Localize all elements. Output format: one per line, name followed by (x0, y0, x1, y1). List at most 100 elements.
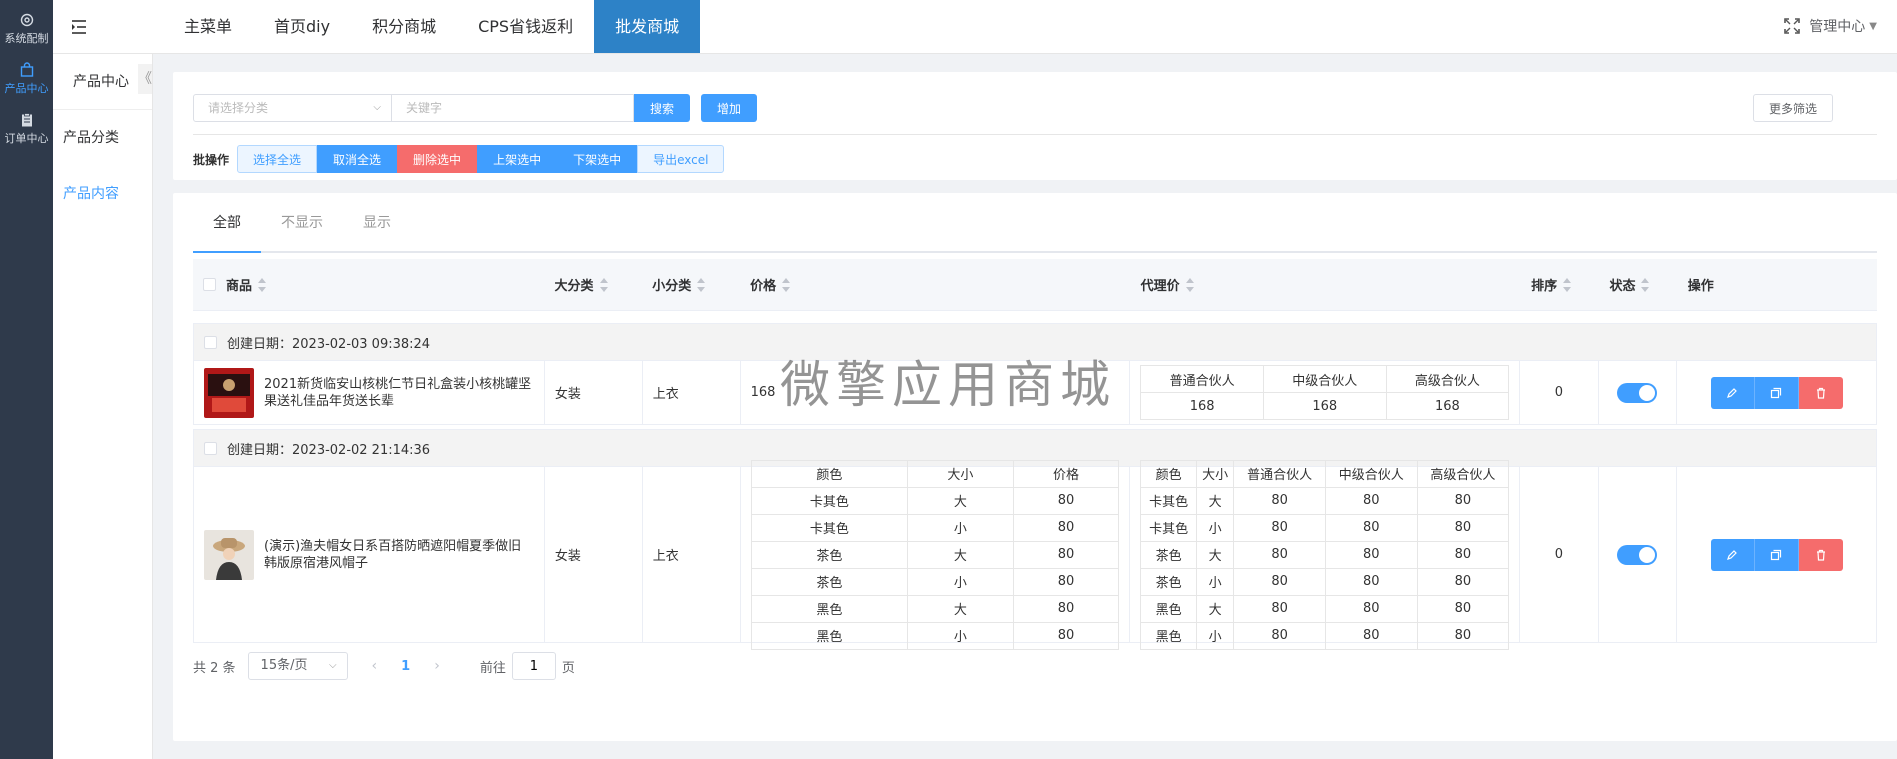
search-button[interactable]: 搜索 (634, 94, 690, 122)
price-header: 大小 (907, 459, 1014, 488)
sort-icon[interactable] (599, 277, 608, 292)
product-name[interactable]: (演示)渔夫帽女日系百搭防晒遮阳帽夏季做旧韩版原宿港风帽子 (264, 538, 534, 572)
collapse-icon[interactable]: 《 (138, 64, 152, 94)
tab-all[interactable]: 全部 (193, 193, 261, 253)
small-category-cell: 上衣 (643, 361, 741, 424)
menu-toggle-icon[interactable] (69, 17, 89, 37)
agent-value: 80 (1324, 486, 1418, 515)
delete-selected-button[interactable]: 删除选中 (397, 145, 478, 173)
header-big-category[interactable]: 大分类 (544, 275, 642, 294)
price-header: 价格 (1012, 459, 1120, 488)
price-value: 茶色 (750, 567, 909, 596)
edit-button[interactable] (1710, 538, 1755, 571)
agent-value: 168 (1385, 392, 1510, 420)
row-checkbox[interactable] (204, 335, 217, 349)
sort-icon[interactable] (1185, 277, 1194, 292)
bag-icon (20, 62, 33, 77)
nav-product-center[interactable]: 产品中心 (0, 58, 53, 100)
total-count: 共 2 条 (193, 660, 236, 676)
sort-icon[interactable] (258, 277, 267, 292)
agent-value: 小 (1195, 567, 1235, 596)
category-select[interactable]: 请选择分类 ⌵ (193, 94, 392, 122)
nav-system-config[interactable]: 系统配制 (0, 8, 53, 50)
copy-button[interactable] (1754, 538, 1799, 571)
header-state[interactable]: 状态 (1599, 275, 1677, 294)
top-nav: 主菜单 首页diy 积分商城 CPS省钱返利 批发商城 (163, 0, 701, 53)
price-value: 小 (907, 621, 1014, 650)
more-filter-button[interactable]: 更多筛选 (1753, 94, 1833, 122)
agent-header: 中级合伙人 (1262, 365, 1387, 393)
tab-hidden[interactable]: 不显示 (261, 193, 343, 253)
add-button[interactable]: 增加 (701, 94, 757, 122)
keyword-input[interactable] (392, 94, 634, 122)
top-tab-main-menu[interactable]: 主菜单 (163, 0, 253, 53)
agent-value: 80 (1324, 621, 1418, 650)
sort-icon[interactable] (1641, 277, 1650, 292)
header-label: 排序 (1531, 279, 1558, 294)
table-row: (演示)渔夫帽女日系百搭防晒遮阳帽夏季做旧韩版原宿港风帽子 女装 上衣 颜色 大… (193, 459, 1877, 650)
edit-button[interactable] (1710, 376, 1755, 409)
header-price[interactable]: 价格 (740, 275, 1131, 294)
agent-value: 80 (1233, 621, 1326, 650)
top-tab-cps[interactable]: CPS省钱返利 (457, 0, 594, 53)
sub-item-content[interactable]: 产品内容 (53, 166, 152, 222)
top-tab-home-diy[interactable]: 首页diy (253, 0, 351, 53)
sort-icon[interactable] (697, 277, 706, 292)
agent-value: 茶色 (1140, 540, 1197, 569)
header-label: 商品 (226, 279, 253, 294)
chevron-down-icon: ⌵ (328, 660, 337, 671)
header-label: 大分类 (554, 279, 594, 294)
delete-button[interactable] (1798, 538, 1843, 571)
agent-value: 80 (1324, 594, 1418, 623)
copy-button[interactable] (1754, 376, 1799, 409)
page-size-select[interactable]: 15条/页 ⌵ (247, 652, 348, 680)
prev-page-button[interactable]: ‹ (372, 658, 378, 674)
header-op: 操作 (1678, 275, 1877, 294)
header-sort[interactable]: 排序 (1521, 275, 1599, 294)
deselect-all-button[interactable]: 取消全选 (317, 145, 398, 173)
sub-sidebar-title: 产品中心 《 (53, 54, 152, 110)
row-checkbox[interactable] (204, 441, 217, 455)
fullscreen-icon[interactable] (1783, 17, 1801, 35)
sort-icon[interactable] (782, 277, 791, 292)
agent-value: 80 (1416, 540, 1510, 569)
sort-cell: 0 (1520, 361, 1599, 424)
price-table: 颜色 大小 价格 卡其色大 80 卡其色小 80 茶色大 80 茶色小 80 黑色大 80… (750, 459, 1120, 650)
status-toggle[interactable] (1617, 382, 1658, 403)
export-excel-button[interactable]: 导出excel (637, 145, 725, 173)
header-product[interactable]: 商品 (193, 275, 544, 294)
next-page-button[interactable]: › (434, 658, 440, 674)
status-toggle[interactable] (1617, 544, 1658, 565)
product-thumbnail[interactable] (204, 529, 254, 580)
select-all-button[interactable]: 选择全选 (237, 145, 318, 173)
tab-shown[interactable]: 显示 (343, 193, 411, 253)
sub-sidebar-title-text: 产品中心 (73, 74, 129, 90)
nav-order-center[interactable]: 订单中心 (0, 108, 53, 150)
publish-selected-button[interactable]: 上架选中 (477, 145, 558, 173)
page-number[interactable]: 1 (401, 659, 410, 674)
goto-page-input[interactable] (511, 652, 556, 680)
header-small-category[interactable]: 小分类 (642, 275, 740, 294)
price-value: 大 (907, 540, 1014, 569)
delete-button[interactable] (1798, 376, 1843, 409)
price-value: 茶色 (750, 540, 909, 569)
price-value: 卡其色 (750, 486, 909, 515)
agent-header: 高级合伙人 (1416, 459, 1510, 488)
clipboard-icon (21, 113, 32, 127)
unpublish-selected-button[interactable]: 下架选中 (557, 145, 638, 173)
sub-item-category[interactable]: 产品分类 (53, 110, 152, 166)
agent-value: 80 (1324, 540, 1418, 569)
top-tab-points-mall[interactable]: 积分商城 (351, 0, 457, 53)
sort-icon[interactable] (1563, 277, 1572, 292)
edit-icon (1727, 549, 1737, 560)
pagination: 共 2 条 15条/页 ⌵ ‹ 1 › 前往 页 (193, 649, 1877, 683)
product-name[interactable]: 2021新货临安山核桃仁节日礼盒装小核桃罐坚果送礼佳品年货送长辈 (264, 376, 534, 410)
created-date: 创建日期：2023-02-02 21:14:36 (227, 442, 431, 458)
agent-value: 80 (1416, 594, 1510, 623)
product-thumbnail[interactable] (204, 367, 254, 418)
select-all-checkbox[interactable] (203, 278, 216, 291)
agent-value: 80 (1416, 486, 1510, 515)
top-tab-wholesale[interactable]: 批发商城 (594, 0, 701, 53)
admin-center-menu[interactable]: 管理中心 ▼ (1783, 16, 1877, 36)
header-agent-price[interactable]: 代理价 (1131, 275, 1522, 294)
